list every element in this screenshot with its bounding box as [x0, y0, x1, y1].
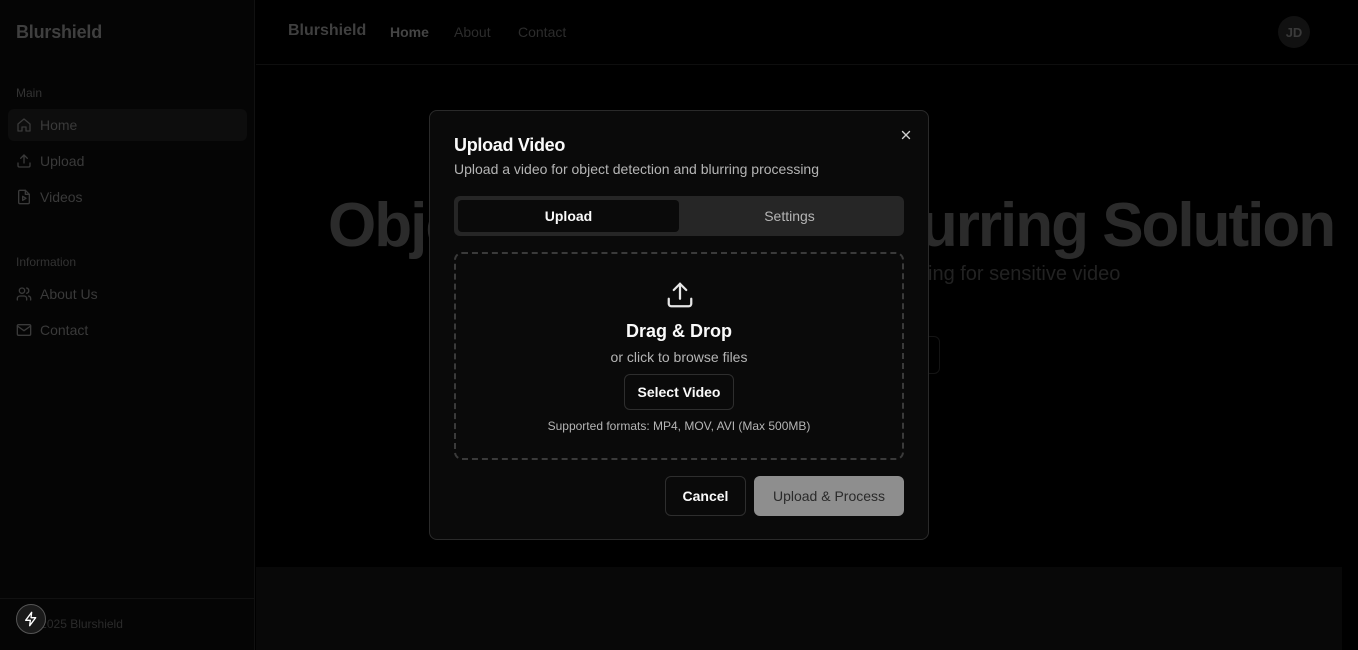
dev-tools-button[interactable]: [16, 604, 46, 634]
nav-link-contact[interactable]: Contact: [518, 24, 566, 40]
sidebar-item-label: Upload: [40, 153, 85, 169]
upload-process-button[interactable]: Upload & Process: [754, 476, 904, 516]
hero-subtitle: ing for sensitive video: [928, 263, 1121, 285]
home-icon: [17, 118, 31, 132]
dialog-description: Upload a video for object detection and …: [454, 161, 820, 177]
sidebar: Blurshield Main Home Upload Videos Infor…: [0, 0, 255, 650]
close-icon: [901, 130, 911, 140]
sidebar-brand[interactable]: Blurshield: [16, 22, 102, 43]
select-video-button[interactable]: Select Video: [624, 374, 734, 410]
avatar[interactable]: JD: [1278, 16, 1310, 48]
sidebar-item-label: Videos: [40, 189, 83, 205]
cancel-button[interactable]: Cancel: [665, 476, 746, 516]
topbar-brand[interactable]: Blurshield: [288, 22, 366, 40]
tab-upload[interactable]: Upload: [458, 200, 679, 232]
topbar: Blurshield Home About Contact JD: [256, 0, 1358, 65]
upload-icon: [667, 282, 693, 308]
dropzone-subtitle: or click to browse files: [610, 349, 748, 365]
nav-link-about[interactable]: About: [454, 24, 491, 40]
sidebar-item-videos[interactable]: Videos: [8, 181, 247, 213]
sidebar-item-label: Home: [40, 117, 78, 133]
hero-button-edge: [928, 336, 940, 374]
file-dropzone[interactable]: Drag & Drop or click to browse files Sel…: [454, 252, 904, 460]
users-icon: [16, 287, 32, 301]
sidebar-item-label: Contact: [40, 322, 89, 338]
sidebar-item-about[interactable]: About Us: [8, 278, 247, 310]
sidebar-item-upload[interactable]: Upload: [8, 145, 247, 177]
video-file-icon: [18, 189, 30, 205]
dialog-title: Upload Video: [454, 135, 566, 155]
content-panel: [256, 567, 1342, 650]
nav-link-home[interactable]: Home: [390, 24, 429, 40]
upload-icon: [17, 154, 31, 168]
sidebar-group-main: Main: [16, 86, 43, 100]
sidebar-item-home[interactable]: Home: [8, 109, 247, 141]
sidebar-item-label: About Us: [40, 286, 98, 302]
mail-icon: [16, 324, 32, 336]
sidebar-group-information: Information: [16, 255, 77, 269]
tab-settings[interactable]: Settings: [679, 200, 900, 232]
supported-formats-text: Supported formats: MP4, MOV, AVI (Max 50…: [547, 419, 811, 433]
sidebar-item-contact[interactable]: Contact: [8, 314, 247, 346]
lightning-icon: [25, 611, 37, 627]
dialog-tabs: Upload Settings: [454, 196, 904, 236]
close-button[interactable]: [898, 127, 914, 143]
dropzone-title: Drag & Drop: [625, 321, 732, 341]
upload-video-dialog: Upload Video Upload a video for object d…: [429, 110, 929, 540]
